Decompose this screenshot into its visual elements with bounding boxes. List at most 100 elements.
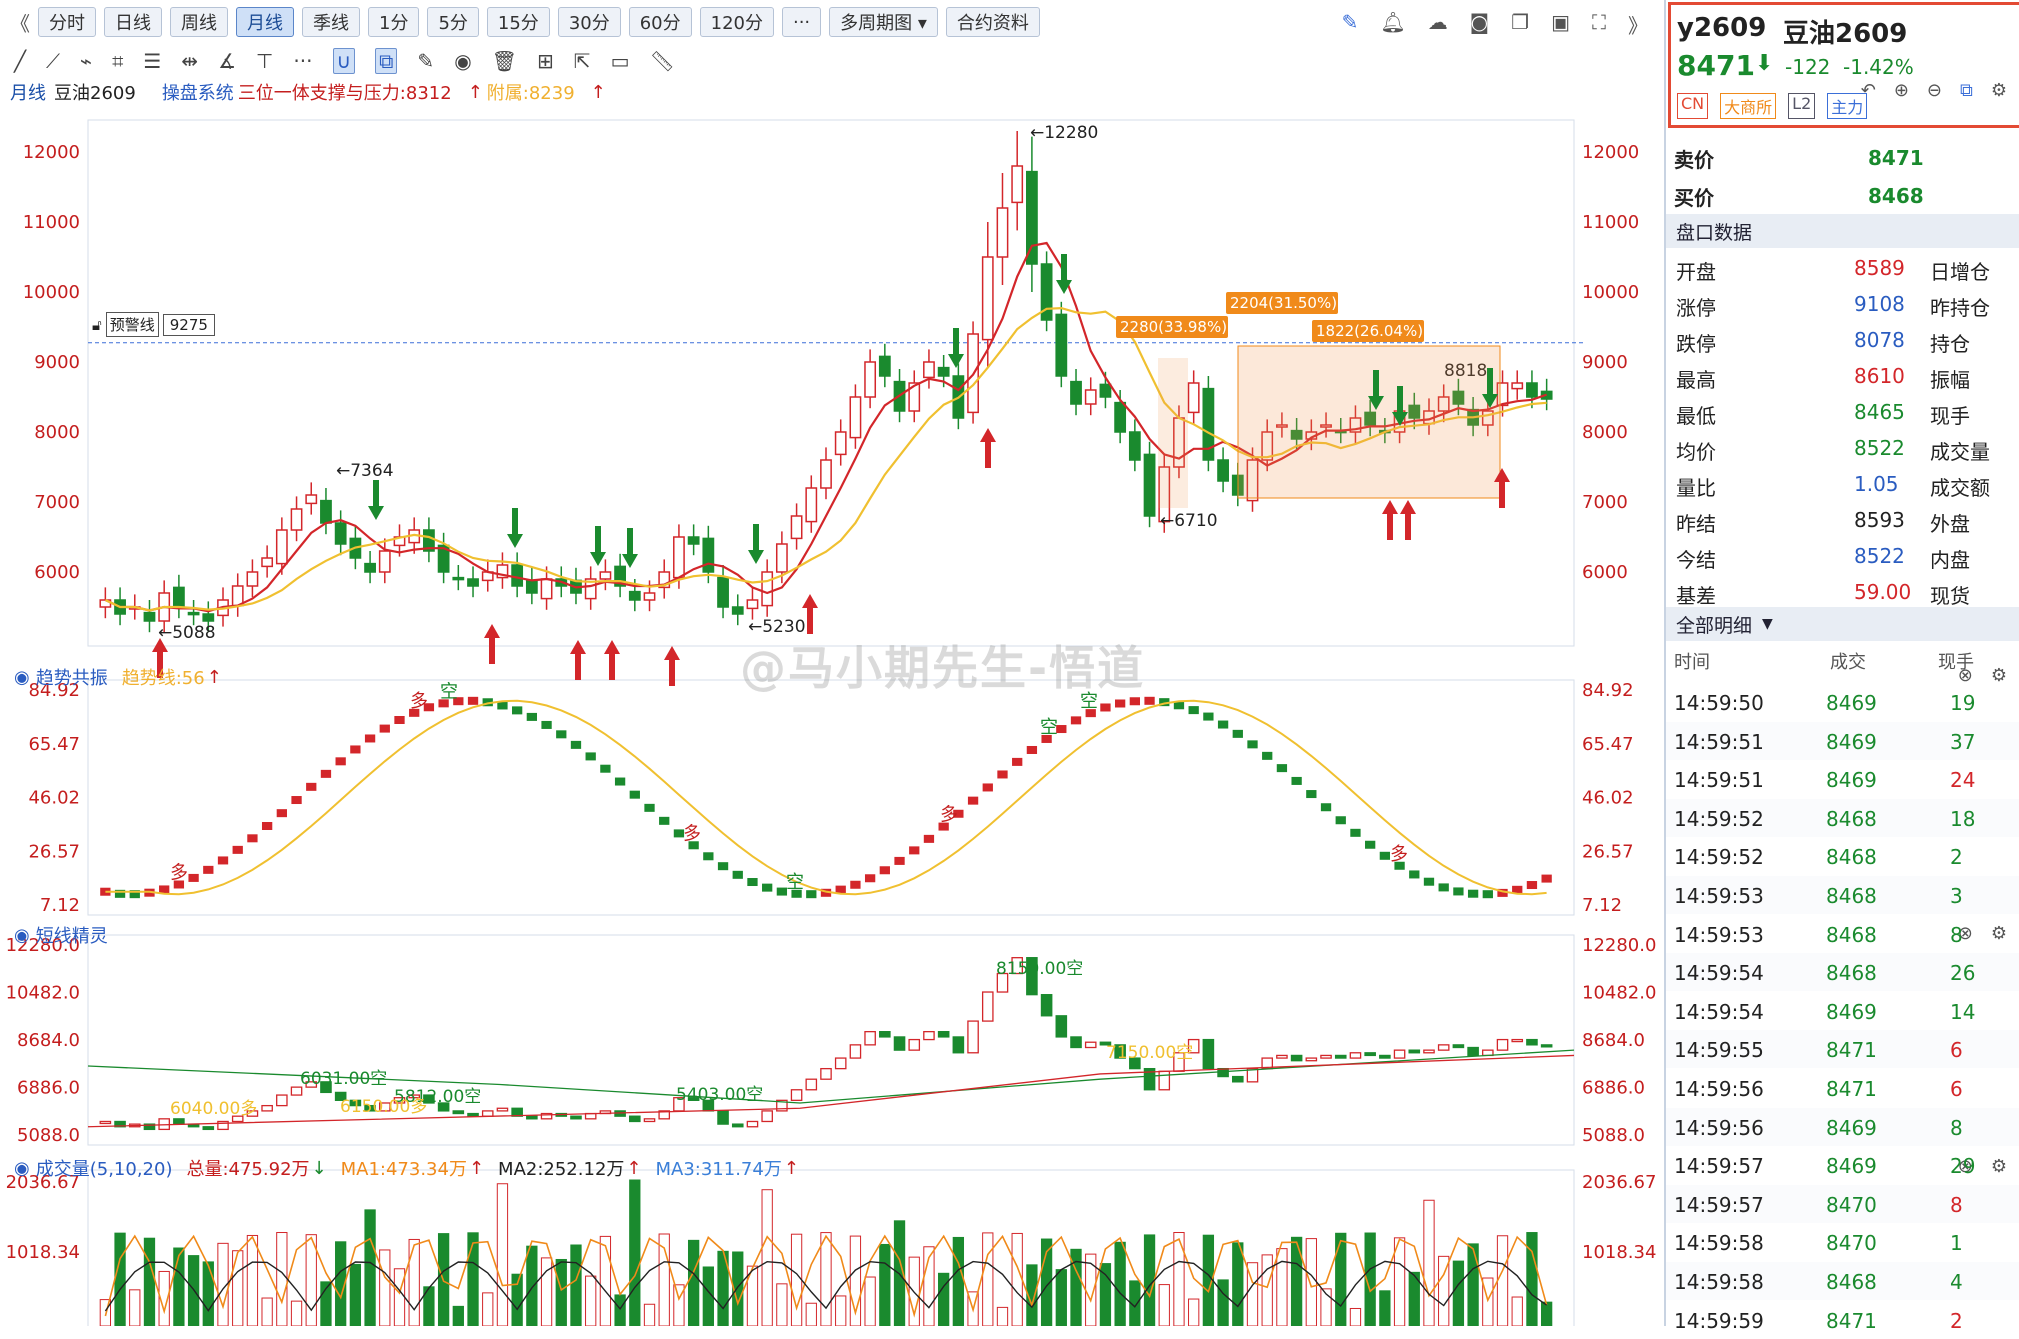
window-icon[interactable]: ❐ — [1511, 10, 1529, 39]
polyline-tool-icon[interactable]: ⌁ — [80, 49, 92, 73]
p2-candle — [173, 1118, 185, 1125]
quote-tag[interactable]: L2 — [1788, 93, 1816, 119]
p2-candle — [1349, 1052, 1362, 1059]
candle-body — [261, 557, 274, 568]
line-tool-icon[interactable]: ╱ — [14, 49, 26, 73]
detail-header-time: 时间 — [1674, 652, 1710, 673]
y-tick-left: 8000 — [34, 422, 80, 443]
trade-qty: 29 — [1950, 1154, 1976, 1179]
data-section-header[interactable]: 盘口数据 — [1666, 214, 2019, 248]
trade-row: 14:59:50 8469 19 — [1666, 683, 2019, 721]
p2-candle — [908, 1038, 921, 1051]
magnet-icon[interactable]: ∪ — [332, 48, 356, 74]
collapse-icon[interactable]: ◉ — [14, 925, 30, 946]
candle-body — [1026, 170, 1038, 265]
alert-line-label[interactable]: 🔓︎ 预警线 9275 — [92, 312, 215, 337]
contract-info-button[interactable]: 合约资料 — [945, 7, 1040, 37]
crop-tool-icon[interactable]: ⌗ — [112, 49, 123, 73]
collapse-icon[interactable]: ◉ — [14, 1158, 30, 1179]
quote-tag[interactable]: 主力 — [1827, 93, 1868, 119]
more-tools-icon[interactable]: ··· — [293, 49, 312, 73]
candle-body — [834, 431, 847, 456]
volume-bar — [1114, 1241, 1126, 1326]
multi-period-button[interactable]: 多周期图 ▾ — [829, 7, 938, 37]
period-button[interactable]: 日线 — [104, 7, 162, 37]
period-button[interactable]: 1分 — [368, 7, 420, 37]
fullscreen-icon[interactable]: ⛶ — [1592, 10, 1606, 39]
period-button[interactable]: 月线 — [236, 7, 294, 37]
osc-block — [1012, 757, 1023, 766]
volume-bar — [835, 1295, 847, 1326]
angle-tool-icon[interactable]: ∡ — [218, 49, 236, 73]
period-button[interactable]: 120分 — [699, 7, 774, 37]
lock-icon[interactable]: 🔓︎ — [92, 316, 102, 334]
period-button[interactable]: 分时 — [38, 7, 96, 37]
lock-draw-icon[interactable]: ⧉ — [375, 48, 398, 74]
p3-y-tick-right: 1018.34 — [1582, 1242, 1656, 1263]
brush-icon[interactable]: ✎ — [417, 49, 434, 73]
quote-code: y2609 — [1677, 13, 1767, 43]
detail-section-label: 全部明细 — [1676, 614, 1753, 637]
ruler-icon[interactable]: 📏︎ — [649, 49, 674, 73]
volume-bar — [879, 1243, 891, 1326]
range-tool-icon[interactable]: ⇹ — [181, 49, 198, 73]
main-kline-chart[interactable]: 6000 6000 7000 7000 8000 8000 9000 9000 10000 100… — [0, 108, 1662, 1326]
expand-icon[interactable]: 》 — [1628, 10, 1648, 39]
ma3-arrow: ↑ — [783, 1157, 799, 1179]
system-label[interactable]: 操盘系统 — [162, 79, 234, 105]
fib-tool-icon[interactable]: ☰ — [143, 49, 161, 73]
period-button[interactable]: ··· — [781, 7, 822, 37]
trade-qty: 2 — [1950, 845, 1963, 870]
pen-icon[interactable]: ✎ — [1342, 10, 1359, 39]
trade-time: 14:59:52 — [1674, 806, 1764, 831]
p3-y-tick-left: 1018.34 — [6, 1242, 80, 1263]
horizontal-tool-icon[interactable]: ⊤ — [256, 49, 273, 73]
osc-block — [203, 865, 214, 874]
osc-block — [1467, 889, 1479, 898]
grid-icon[interactable]: ⊞ — [537, 49, 554, 73]
candle-body — [878, 355, 891, 377]
osc-block — [806, 890, 817, 899]
candle-body — [599, 571, 612, 580]
period-button[interactable]: 5分 — [427, 7, 479, 37]
p2-candle — [481, 1110, 494, 1117]
monitor-icon[interactable]: ▣ — [1551, 10, 1570, 39]
collapse-icon[interactable]: ◉ — [14, 667, 30, 688]
volume-bar — [1261, 1254, 1273, 1326]
volume-bar — [232, 1250, 244, 1326]
bell-icon[interactable]: 🔔︎ — [1380, 10, 1405, 39]
period-button[interactable]: 周线 — [170, 7, 228, 37]
chevron-down-icon[interactable]: ▼ — [1762, 616, 1773, 632]
osc-block — [762, 883, 773, 892]
cloud-icon[interactable]: ☁ — [1428, 10, 1448, 39]
p1-y-tick-left: 46.02 — [28, 788, 80, 809]
quote-row: 量比 1.05 成交额 — [1666, 466, 2019, 502]
quote-row: 最高 8610 振幅 — [1666, 358, 2019, 394]
trade-row: 14:59:52 8468 18 — [1666, 798, 2019, 837]
p2-y-tick-right: 6886.0 — [1582, 1078, 1645, 1099]
period-button[interactable]: 60分 — [628, 7, 692, 37]
period-button[interactable]: 15分 — [486, 7, 550, 37]
ma2-arrow: ↑ — [626, 1157, 642, 1179]
collapse-icon[interactable]: 《 — [10, 8, 30, 37]
p2-signal-label: 6040.00多 — [170, 1099, 257, 1119]
quote-row: 开盘 8589 日增仓 — [1666, 250, 2019, 286]
osc-block — [585, 752, 596, 761]
ray-tool-icon[interactable]: ⟋ — [46, 49, 60, 73]
period-button[interactable]: 季线 — [302, 7, 360, 37]
period-button[interactable]: 30分 — [557, 7, 621, 37]
detail-section-header[interactable]: 全部明细 ▼ — [1666, 607, 2019, 641]
export-icon[interactable]: ⇱ — [574, 49, 591, 73]
p2-candle — [1408, 1049, 1421, 1054]
quote-tag[interactable]: CN — [1677, 93, 1709, 119]
comment-icon[interactable]: ▭ — [611, 49, 630, 73]
camera-icon[interactable]: ◙ — [1470, 10, 1489, 39]
osc-block — [159, 885, 170, 894]
p2-candle — [952, 1036, 965, 1054]
quote-tag[interactable]: 大商所 — [1720, 93, 1777, 119]
eye-icon[interactable]: ◉ — [454, 49, 471, 73]
trash-icon[interactable]: 🗑︎ — [492, 49, 517, 73]
alert-label: 预警线 — [105, 312, 159, 337]
trade-qty: 37 — [1950, 729, 1976, 754]
trade-time: 14:59:51 — [1674, 729, 1764, 754]
